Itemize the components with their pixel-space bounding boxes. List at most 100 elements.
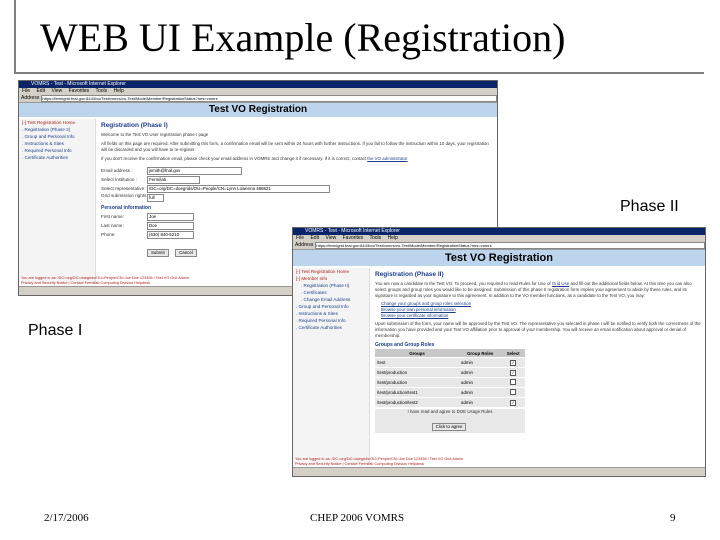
last-name-field[interactable]: Doe <box>147 221 194 230</box>
group-role[interactable]: admin <box>459 377 502 388</box>
phase2-approval-note: Upon submission of the form, your name w… <box>375 321 701 338</box>
phase1-instructions: All fields on this page are required. Af… <box>101 141 489 152</box>
group-name: /test <box>375 357 459 368</box>
table-row: /test/production/test1 admin <box>375 387 525 398</box>
phase1-banner: Test VO Registration <box>19 103 497 117</box>
address-input[interactable]: https://fermigrid.fnal.gov:8443/vo/Test/… <box>41 94 497 102</box>
nav-item-change-email[interactable]: . Change Email Address <box>293 296 369 303</box>
checkbox-icon[interactable] <box>510 389 517 395</box>
submit-button[interactable]: Submit <box>147 249 169 257</box>
nav-item-certificates[interactable]: . Certificates <box>293 289 369 296</box>
nav-item-instructions[interactable]: . Instructions & Sites <box>293 310 369 317</box>
representative-select[interactable]: /DC=org/DC=doegrids/OU=People/CN=Lynn Lo… <box>147 184 330 193</box>
submission-rights-row: Grid submission rights : full <box>101 192 493 203</box>
institution-label: Select institution : <box>101 177 138 182</box>
phase2-status-bar <box>293 467 705 476</box>
representative-label: Select representative : <box>101 186 147 191</box>
select-checkbox[interactable] <box>501 387 525 398</box>
phase1-title-bar: VOMRS - Test - Microsoft Internet Explor… <box>19 81 497 88</box>
email-label: Email address : <box>101 168 133 173</box>
nav-item-required-info[interactable]: . Required Personal Info <box>19 147 95 154</box>
select-checkbox[interactable]: ✓ <box>501 357 525 368</box>
menu-file[interactable]: File <box>22 88 30 94</box>
phase2-bullets: Change your groups and group roles selec… <box>381 301 701 319</box>
personal-info-heading: Personal information <box>101 205 152 211</box>
checkbox-icon[interactable]: ✓ <box>510 369 517 376</box>
first-name-row: First name: Joe <box>101 212 493 221</box>
group-role[interactable]: admin <box>459 367 502 378</box>
title-accent-line-vertical <box>14 0 16 74</box>
menu-tools[interactable]: Tools <box>369 235 381 241</box>
checkbox-icon[interactable] <box>510 379 517 385</box>
agree-button[interactable]: Click to agree <box>431 423 467 431</box>
grid-use-link[interactable]: Grid Use <box>552 281 569 286</box>
menu-view[interactable]: View <box>325 235 336 241</box>
menu-tools[interactable]: Tools <box>95 88 107 94</box>
menu-help[interactable]: Help <box>388 235 398 241</box>
nav-item-registration[interactable]: . Registration (Phase 2) <box>19 126 95 133</box>
group-role[interactable]: admin <box>459 397 502 407</box>
menu-help[interactable]: Help <box>114 88 124 94</box>
phone-field[interactable]: (630) 840-5210 <box>147 230 194 239</box>
group-name: /test/production/test1 <box>375 387 459 398</box>
nav-item-home[interactable]: [-] Test Registration Home <box>19 119 95 126</box>
footer-page-number: 9 <box>670 512 676 524</box>
bullet-browse-certificate[interactable]: Browse your certificate information <box>381 313 701 319</box>
select-checkbox[interactable] <box>501 377 525 388</box>
select-checkbox[interactable]: ✓ <box>501 397 525 407</box>
phase1-caption: Phase I <box>28 322 83 339</box>
email-field[interactable]: jsmith@fnal.gov <box>147 166 242 175</box>
cancel-button[interactable]: Cancel <box>175 249 197 257</box>
nav-item-registration-phase2[interactable]: . Registration (Phase II) <box>293 282 369 289</box>
nav-item-cert-authorities[interactable]: . Certificate Authorities <box>293 324 369 331</box>
institution-select[interactable]: Fermilab <box>147 175 200 184</box>
menu-edit[interactable]: Edit <box>310 235 319 241</box>
phase2-sidebar-nav: [-] Test Registration Home [-] Member In… <box>293 268 370 464</box>
col-groups: Groups <box>375 349 459 358</box>
phase2-intro-a: You are now a candidate to the Test VO. … <box>375 281 551 286</box>
table-row: /test/production admin ✓ <box>375 367 525 378</box>
submission-rights-select[interactable]: full <box>147 193 164 202</box>
phase2-content: Registration (Phase II) You are now a ca… <box>375 271 701 433</box>
slide-title: WEB UI Example (Registration) <box>40 15 566 60</box>
phase2-address-bar: Address https://fermigrid.fnal.gov:8443/… <box>293 241 705 250</box>
group-role[interactable]: admin <box>459 357 502 368</box>
phase1-heading: Registration (Phase I) <box>101 122 168 129</box>
menu-favorites[interactable]: Favorites <box>69 88 90 94</box>
groups-heading: Groups and Group Roles <box>375 342 435 348</box>
menu-view[interactable]: View <box>51 88 62 94</box>
checkbox-icon[interactable]: ✓ <box>510 359 517 366</box>
nav-item-instructions[interactable]: . Instructions & Sites <box>19 140 95 147</box>
phase1-welcome: Welcome to the Test VO User registration… <box>101 132 209 137</box>
group-name: /test/production/test2 <box>375 397 459 407</box>
checkbox-icon[interactable]: ✓ <box>510 399 517 406</box>
nav-item-home[interactable]: [-] Test Registration Home <box>293 268 369 275</box>
nav-item-group-info[interactable]: . Group and Personal Info <box>19 133 95 140</box>
menu-edit[interactable]: Edit <box>36 88 45 94</box>
table-row: /test/production admin <box>375 377 525 388</box>
table-row: /test admin ✓ <box>375 357 525 368</box>
address-input[interactable]: https://fermigrid.fnal.gov:8443/vo/Test/… <box>315 241 705 249</box>
first-name-field[interactable]: Joe <box>147 212 194 221</box>
first-name-label: First name: <box>101 214 124 219</box>
nav-item-cert-authorities[interactable]: . Certificate Authorities <box>19 154 95 161</box>
select-checkbox[interactable]: ✓ <box>501 367 525 378</box>
institution-row: Select institution : Fermilab <box>101 175 493 184</box>
vo-admin-link[interactable]: the VO administrator <box>367 156 407 161</box>
agree-label: I have read and agree to DOE Usage Rules <box>407 409 493 414</box>
footer-center: CHEP 2006 VOMRS <box>310 512 405 524</box>
phase1-sidebar-nav: [-] Test Registration Home . Registratio… <box>19 119 96 283</box>
agree-section: I have read and agree to DOE Usage Rules… <box>375 409 525 433</box>
table-row: /test/production/test2 admin ✓ <box>375 397 525 407</box>
nav-item-member-info[interactable]: [-] Member Info <box>293 275 369 282</box>
address-label: Address <box>295 242 314 248</box>
group-role[interactable]: admin <box>459 387 502 398</box>
nav-item-group-info[interactable]: . Group and Personal Info <box>293 303 369 310</box>
submission-rights-label: Grid submission rights : <box>101 192 147 203</box>
phase1-email-note: If you don't receive the confirmation em… <box>101 156 493 162</box>
group-name: /test/production <box>375 367 459 378</box>
nav-item-required-info[interactable]: . Required Personal Info <box>293 317 369 324</box>
menu-favorites[interactable]: Favorites <box>343 235 364 241</box>
menu-file[interactable]: File <box>296 235 304 241</box>
groups-table: Groups Group Roles Select /test admin ✓ … <box>375 349 525 407</box>
